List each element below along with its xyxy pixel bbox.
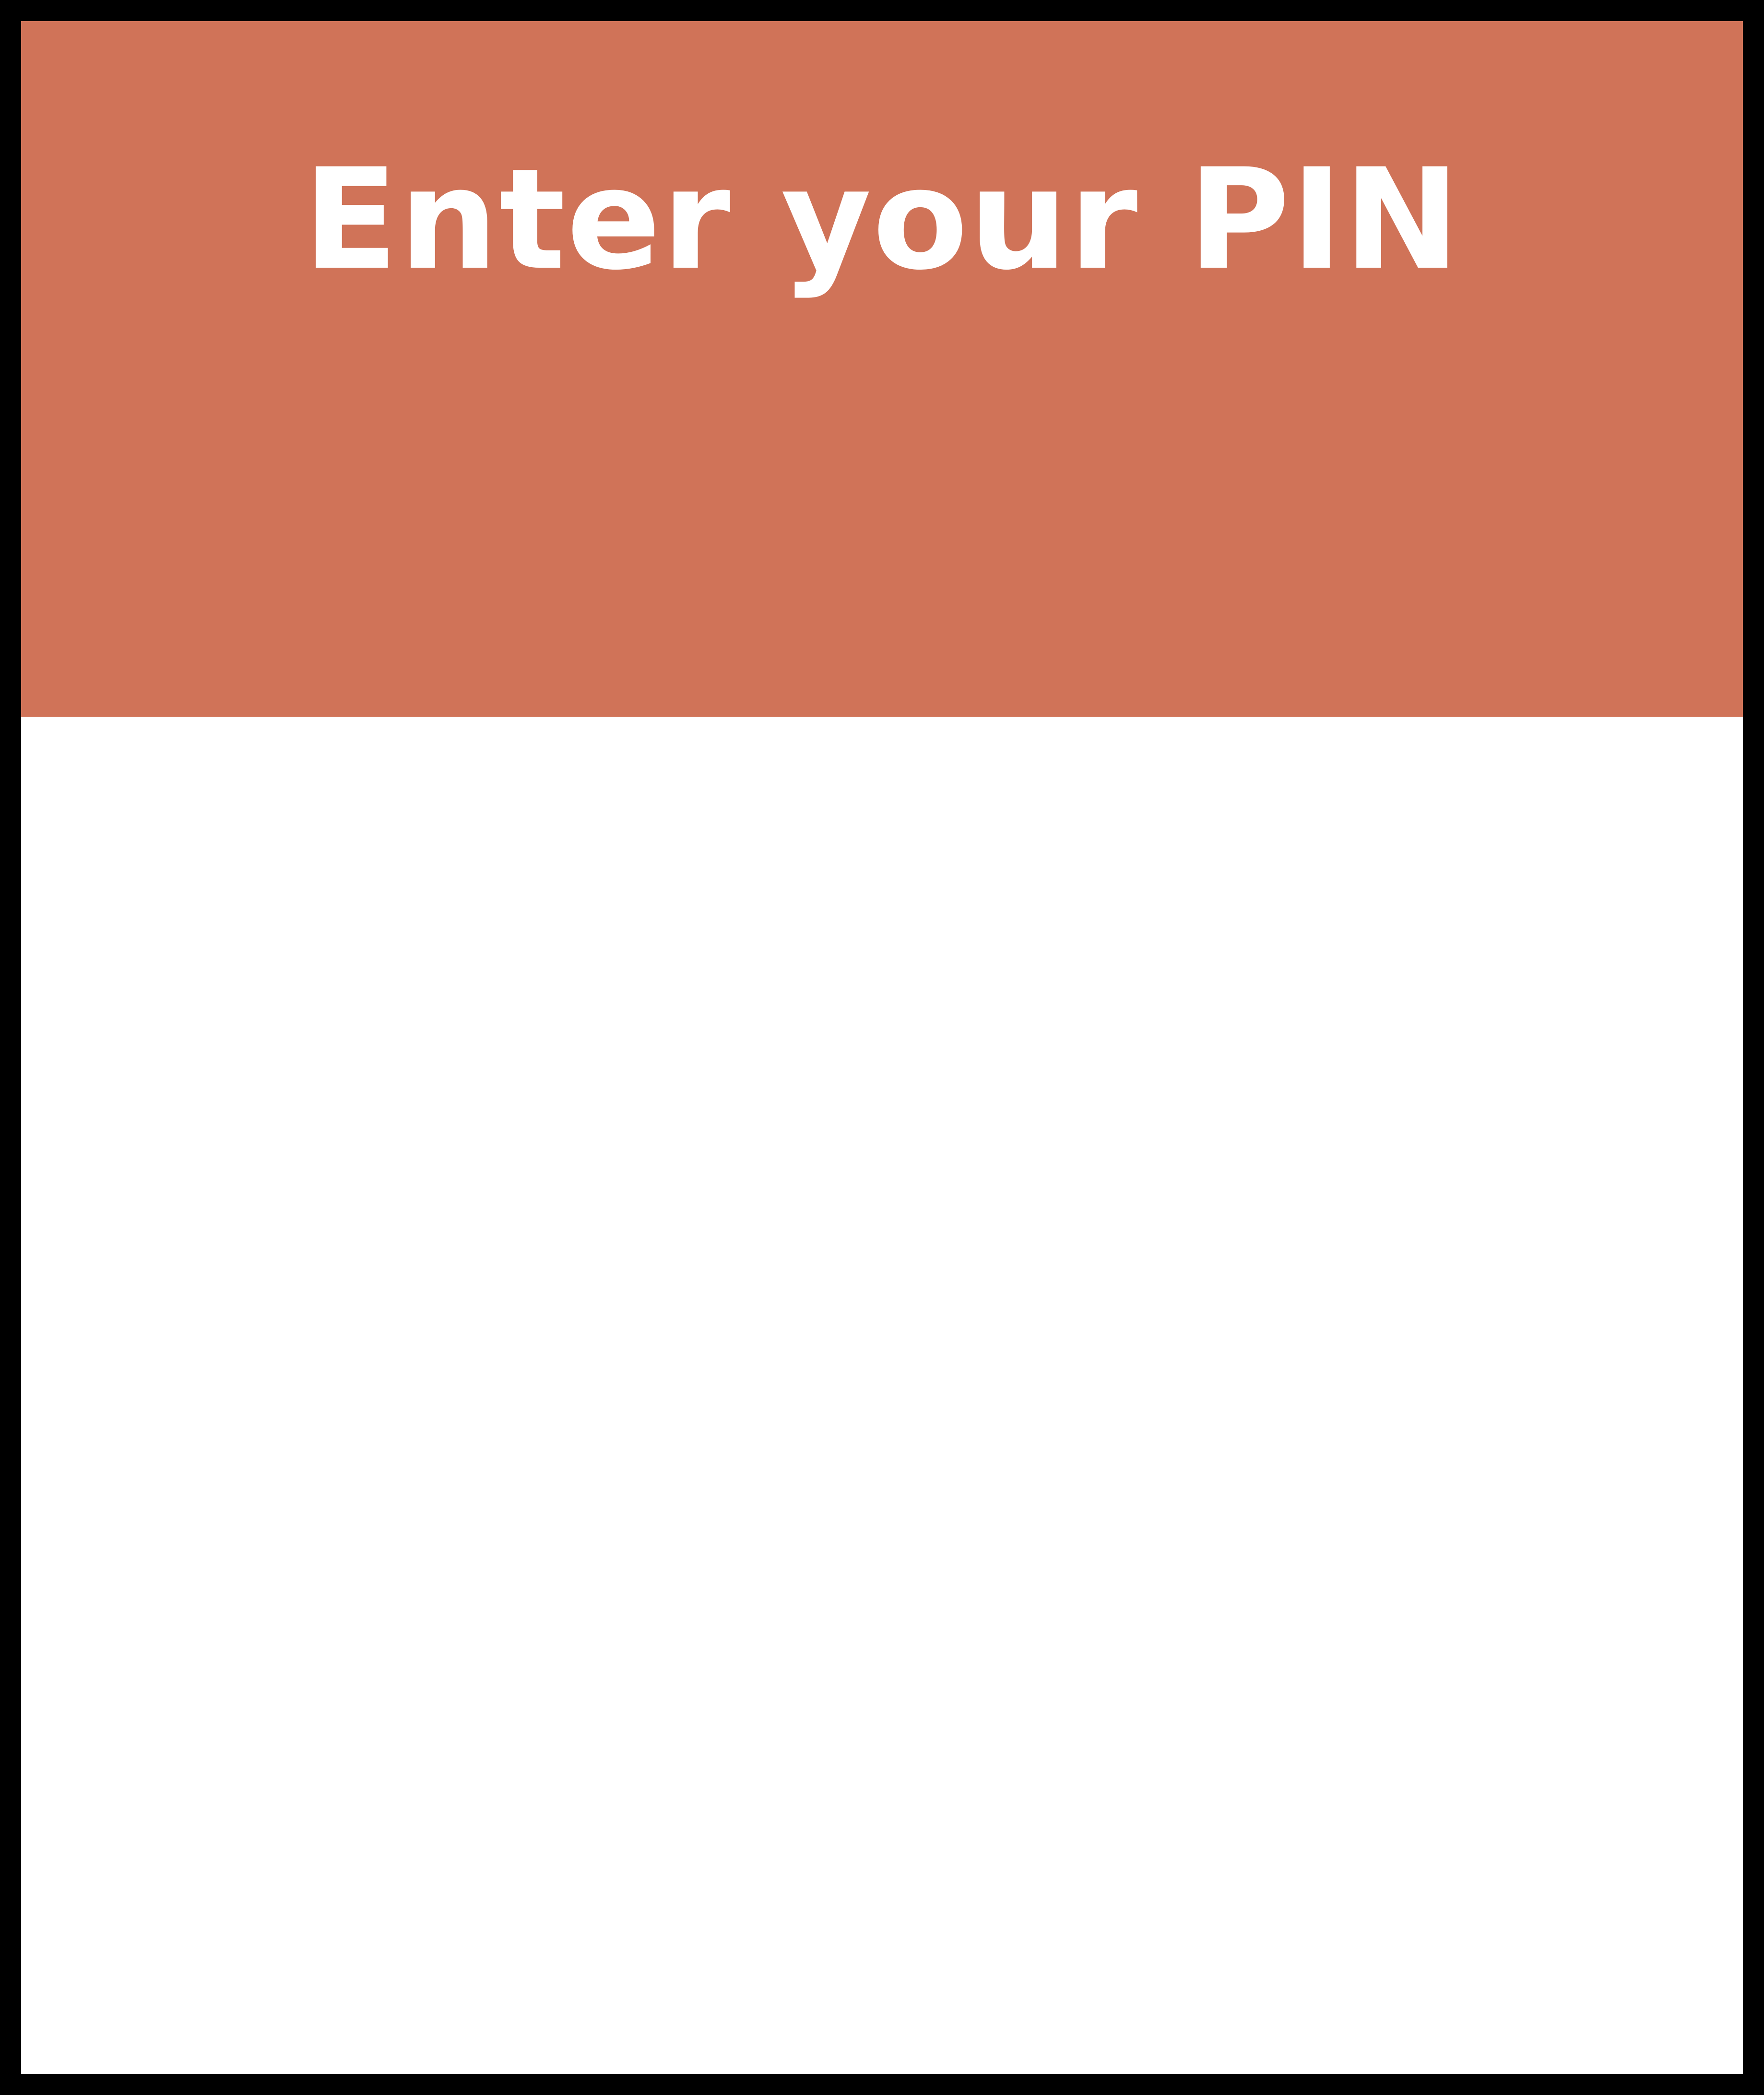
pin-entry-screen: Enter your PIN	[0, 0, 1764, 2095]
page-title: Enter your PIN	[303, 139, 1461, 301]
header-banner: Enter your PIN	[21, 21, 1743, 717]
pin-entry-area	[21, 717, 1743, 2074]
